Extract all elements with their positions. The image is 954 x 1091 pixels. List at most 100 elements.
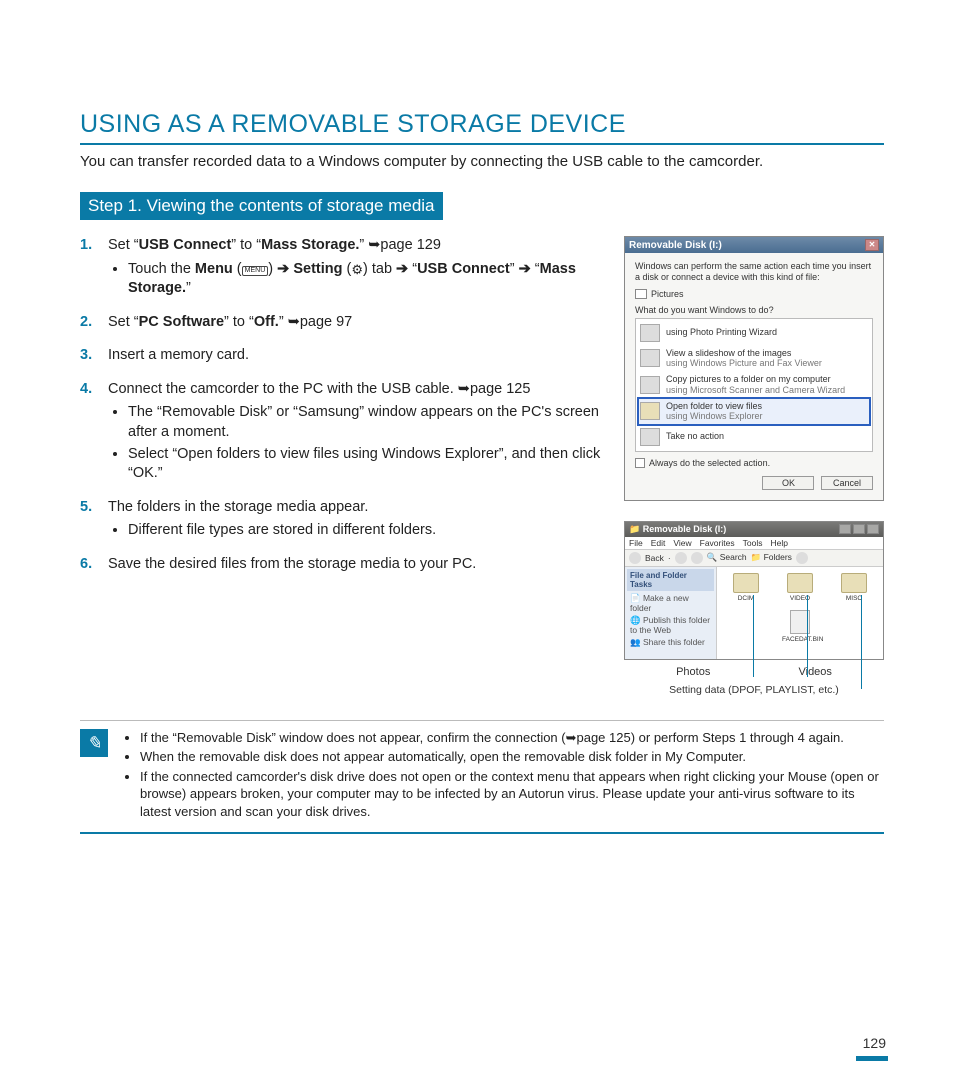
file-pane[interactable]: DCIM VIDEO MISC FACEDAT.BIN — [717, 567, 883, 659]
task-label: Publish this folder to the Web — [630, 615, 710, 635]
text: ” to “ — [224, 314, 254, 330]
option-text: Take no action — [666, 431, 724, 441]
arrow-icon: ➔ — [396, 261, 412, 277]
dialog-titlebar[interactable]: Removable Disk (I:) ✕ — [625, 237, 883, 253]
views-icon[interactable] — [796, 552, 808, 564]
option-text: Open folder to view files — [666, 401, 763, 411]
text-bold: Off. — [254, 314, 279, 330]
option-subtext: using Windows Explorer — [666, 411, 763, 421]
step-1: 1. Set “USB Connect” to “Mass Storage.” … — [80, 236, 606, 299]
step-number: 5. — [80, 498, 92, 518]
note-item: If the connected camcorder's disk drive … — [140, 768, 884, 821]
toolbar[interactable]: Back · 🔍 Search 📁 Folders — [625, 550, 883, 567]
step-2: 2. Set “PC Software” to “Off.” ➥page 97 — [80, 313, 606, 333]
text: Touch the — [128, 261, 195, 277]
cancel-button[interactable]: Cancel — [821, 476, 873, 490]
copy-icon — [640, 376, 660, 394]
side-task[interactable]: 👥 Share this folder — [630, 637, 711, 647]
step-4: 4. Connect the camcorder to the PC with … — [80, 380, 606, 484]
arrow-icon: ➔ — [273, 261, 293, 277]
folder-video[interactable]: VIDEO — [782, 573, 818, 602]
file-label: FACEDAT.BIN — [782, 636, 818, 643]
dialog-title: Removable Disk (I:) — [629, 240, 722, 251]
menu-favorites[interactable]: Favorites — [700, 538, 735, 548]
step-5: 5. The folders in the storage media appe… — [80, 498, 606, 541]
menu-icon: MENU — [242, 266, 269, 276]
folders-label: Folders — [764, 552, 792, 562]
action-option[interactable]: Take no action — [638, 425, 870, 449]
text-bold: Menu — [195, 261, 233, 277]
text: Set “ — [108, 237, 139, 253]
task-label: Share this folder — [643, 637, 705, 647]
step-5-bullet: Different file types are stored in diffe… — [128, 521, 606, 541]
side-panel: File and Folder Tasks 📄 Make a new folde… — [625, 567, 717, 659]
close-icon[interactable] — [867, 524, 879, 534]
menu-edit[interactable]: Edit — [651, 538, 666, 548]
text-bold: PC Software — [139, 314, 224, 330]
text: Save the desired files from the storage … — [108, 556, 476, 572]
text: ” — [359, 237, 368, 253]
menu-help[interactable]: Help — [770, 538, 787, 548]
text: ” to “ — [231, 237, 261, 253]
slideshow-icon — [640, 349, 660, 367]
content-type-label: Pictures — [651, 289, 684, 299]
side-task[interactable]: 🌐 Publish this folder to the Web — [630, 615, 711, 635]
folder-label: VIDEO — [782, 595, 818, 602]
action-option[interactable]: View a slideshow of the imagesusing Wind… — [638, 345, 870, 372]
note-box: ✎ If the “Removable Disk” window does no… — [80, 720, 884, 835]
menu-tools[interactable]: Tools — [743, 538, 763, 548]
option-text: using Photo Printing Wizard — [666, 327, 777, 337]
action-list[interactable]: using Photo Printing Wizard View a slide… — [635, 318, 873, 452]
step-number: 3. — [80, 346, 92, 366]
menu-bar[interactable]: File Edit View Favorites Tools Help — [625, 537, 883, 550]
file-facedat[interactable]: FACEDAT.BIN — [782, 610, 818, 643]
text: ” — [279, 314, 288, 330]
text-bold: Setting — [293, 261, 342, 277]
action-option-selected[interactable]: Open folder to view filesusing Windows E… — [638, 398, 870, 425]
step-number: 4. — [80, 380, 92, 400]
always-checkbox[interactable] — [635, 458, 645, 468]
folder-dcim[interactable]: DCIM — [728, 573, 764, 602]
step-header: Step 1. Viewing the contents of storage … — [80, 192, 443, 220]
dialog-prompt: What do you want Windows to do? — [635, 305, 873, 315]
side-task[interactable]: 📄 Make a new folder — [630, 593, 711, 613]
explorer-titlebar[interactable]: 📁 Removable Disk (I:) — [625, 522, 883, 537]
text-bold: USB Connect — [417, 261, 510, 277]
page-title: USING AS A REMOVABLE STORAGE DEVICE — [80, 110, 884, 145]
text: Set “ — [108, 314, 139, 330]
forward-icon[interactable] — [675, 552, 687, 564]
ok-button[interactable]: OK — [762, 476, 814, 490]
back-icon[interactable] — [629, 552, 641, 564]
callout-videos: Videos — [798, 666, 831, 678]
up-icon[interactable] — [691, 552, 703, 564]
step-6: 6. Save the desired files from the stora… — [80, 555, 606, 575]
maximize-icon[interactable] — [853, 524, 865, 534]
menu-view[interactable]: View — [673, 538, 691, 548]
option-subtext: using Windows Picture and Fax Viewer — [666, 358, 822, 368]
folder-misc[interactable]: MISC — [836, 573, 872, 602]
text-bold: Mass Storage. — [261, 237, 359, 253]
folder-icon — [787, 573, 813, 593]
pictures-icon — [635, 289, 647, 299]
page-number-decoration — [856, 1056, 888, 1061]
close-icon[interactable]: ✕ — [865, 239, 879, 251]
step-number: 1. — [80, 236, 92, 256]
menu-file[interactable]: File — [629, 538, 643, 548]
minimize-icon[interactable] — [839, 524, 851, 534]
step-3: 3. Insert a memory card. — [80, 346, 606, 366]
action-option[interactable]: Copy pictures to a folder on my computer… — [638, 371, 870, 398]
autoplay-dialog: Removable Disk (I:) ✕ Windows can perfor… — [624, 236, 884, 501]
text: Insert a memory card. — [108, 347, 249, 363]
content-type-row: Pictures — [635, 289, 873, 299]
action-option[interactable]: using Photo Printing Wizard — [638, 321, 870, 345]
text: The folders in the storage media appear. — [108, 499, 368, 515]
text: Connect the camcorder to the PC with the… — [108, 381, 454, 397]
note-item: If the “Removable Disk” window does not … — [140, 729, 884, 747]
option-text: Copy pictures to a folder on my computer — [666, 374, 845, 384]
explorer-window: 📁 Removable Disk (I:) File Edit View Fav… — [624, 521, 884, 660]
folder-icon — [841, 573, 867, 593]
no-action-icon — [640, 428, 660, 446]
step-number: 2. — [80, 313, 92, 333]
page-ref: ➥page 129 — [368, 237, 441, 253]
step-4-bullet-1: The “Removable Disk” or “Samsung” window… — [128, 403, 606, 442]
